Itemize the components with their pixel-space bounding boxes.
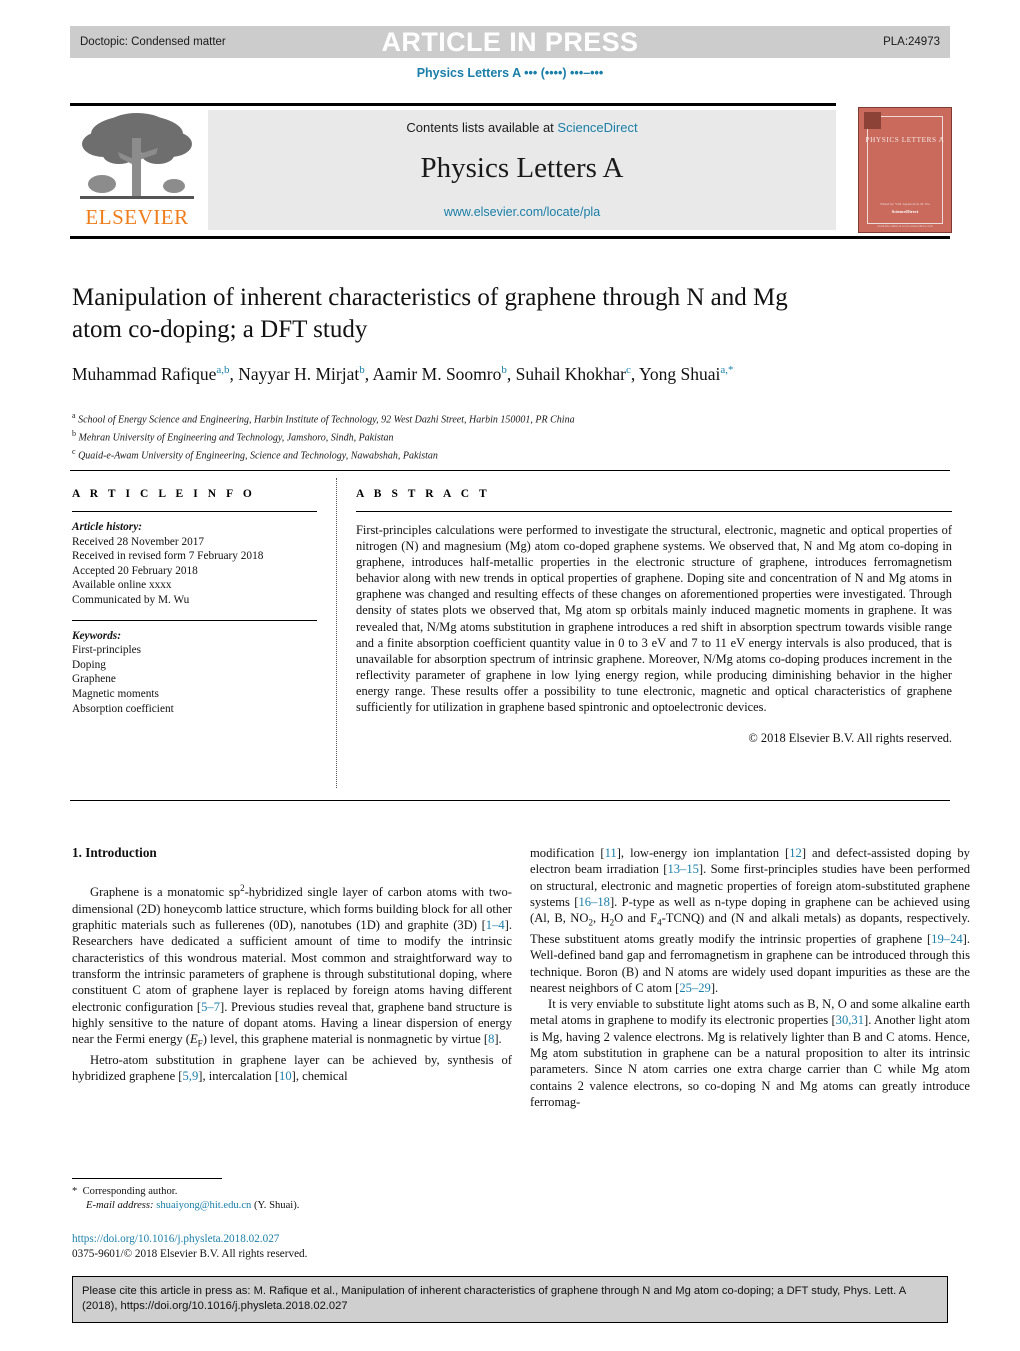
body-column-right: modification [11], low-energy ion implan… xyxy=(530,845,970,1110)
journal-homepage-link[interactable]: www.elsevier.com/locate/pla xyxy=(208,205,836,219)
keyword-item: Doping xyxy=(72,658,106,671)
article-in-press-bar: Doctopic: Condensed matter ARTICLE IN PR… xyxy=(70,26,950,58)
history-item: Available online xxxx xyxy=(72,579,172,592)
keywords-block: Keywords: First-principles Doping Graphe… xyxy=(72,629,317,717)
author-list: Muhammad Rafiquea,b, Nayyar H. Mirjatb, … xyxy=(72,363,734,384)
page-title: Manipulation of inherent characteristics… xyxy=(72,284,788,343)
footnote-star: * xyxy=(72,1186,78,1197)
elsevier-tree-icon xyxy=(80,113,194,199)
article-in-press-status: ARTICLE IN PRESS xyxy=(381,27,639,57)
contents-prefix: Contents lists available at xyxy=(406,120,558,135)
history-item: Communicated by M. Wu xyxy=(72,593,190,606)
section-heading-introduction: 1. Introduction xyxy=(72,845,157,860)
keyword-item: Magnetic moments xyxy=(72,687,159,700)
cover-sciencedirect: ScienceDirect xyxy=(891,209,919,214)
abstract-text: First-principles calculations were perfo… xyxy=(356,523,952,715)
journal-masthead: Contents lists available at ScienceDirec… xyxy=(208,110,836,230)
email-line: E-mail address: shuaiyong@hit.edu.cn (Y.… xyxy=(72,1199,512,1213)
abstract-heading: A B S T R A C T xyxy=(356,488,491,500)
article-info-heading: A R T I C L E I N F O xyxy=(72,488,256,500)
abstract-copyright: © 2018 Elsevier B.V. All rights reserved… xyxy=(748,731,952,746)
abstract-column: A B S T R A C T First-principles calcula… xyxy=(356,488,952,746)
issn-copyright-line: 0375-9601/© 2018 Elsevier B.V. All right… xyxy=(72,1247,308,1260)
cover-frame xyxy=(867,116,943,224)
keyword-item: First-principles xyxy=(72,644,142,657)
email-label: E-mail address: xyxy=(86,1200,154,1211)
affiliation-list: a School of Energy Science and Engineeri… xyxy=(72,409,872,462)
article-info-column: A R T I C L E I N F O Article history: R… xyxy=(72,488,317,716)
body-paragraph: Hetro-atom substitution in graphene laye… xyxy=(72,1052,512,1084)
journal-cover-thumbnail: PHYSICS LETTERS A Edited by: V.M. Agrano… xyxy=(858,107,952,233)
affiliation-mark: c xyxy=(72,446,76,456)
journal-title: Physics Letters A xyxy=(420,152,624,184)
affiliation-item: c Quaid-e-Awam University of Engineering… xyxy=(72,446,438,461)
corresponding-author-footnote: * Corresponding author. E-mail address: … xyxy=(72,1185,512,1213)
email-owner: (Y. Shuai). xyxy=(253,1200,300,1211)
author-name: Muhammad Rafique xyxy=(72,363,217,384)
author-affiliation-mark: a,* xyxy=(720,364,734,376)
sciencedirect-link[interactable]: ScienceDirect xyxy=(557,120,637,135)
author-affiliation-mark: b xyxy=(359,364,365,376)
running-head: Physics Letters A ••• (••••) •••–••• xyxy=(416,66,604,80)
elsevier-logo: ELSEVIER xyxy=(74,108,200,232)
body-paragraph: It is very enviable to substitute light … xyxy=(530,997,970,1109)
cover-editors: Edited by: V.M. Agranovich, M. Wu xyxy=(880,202,930,206)
contents-available-line: Contents lists available at ScienceDirec… xyxy=(208,120,836,135)
author-affiliation-mark: a,b xyxy=(216,364,230,376)
cite-this-article-box: Please cite this article in press as: M.… xyxy=(72,1276,948,1323)
corresponding-author-line: * Corresponding author. xyxy=(72,1185,512,1199)
history-item: Accepted 20 February 2018 xyxy=(72,564,198,577)
keywords-label: Keywords: xyxy=(72,629,121,642)
cover-journal-title: PHYSICS LETTERS A xyxy=(865,136,945,144)
info-top-rule xyxy=(70,470,950,471)
doi-block: https://doi.org/10.1016/j.physleta.2018.… xyxy=(72,1232,512,1261)
affiliation-item: b Mehran University of Engineering and T… xyxy=(72,428,394,444)
author-name: Aamir M. Soomro xyxy=(372,363,502,384)
author-affiliation-mark: c xyxy=(625,364,631,376)
affiliation-mark: b xyxy=(72,428,76,438)
body-column-left: 1. Introduction Graphene is a monatomic … xyxy=(72,845,512,1085)
author-name: Yong Shuai xyxy=(638,363,721,384)
masthead-top-rule xyxy=(70,103,836,106)
article-page: Doctopic: Condensed matter ARTICLE IN PR… xyxy=(0,0,1020,1351)
keyword-item: Absorption coefficient xyxy=(72,702,174,715)
history-item: Received 28 November 2017 xyxy=(72,535,205,548)
doi-link[interactable]: https://doi.org/10.1016/j.physleta.2018.… xyxy=(72,1232,512,1247)
abstract-heading-rule xyxy=(356,511,952,512)
info-bottom-rule xyxy=(70,800,950,801)
article-code: PLA:24973 xyxy=(883,36,940,48)
corresponding-author-text: Corresponding author. xyxy=(82,1186,178,1197)
author-name: Nayyar H. Mirjat xyxy=(238,363,360,384)
author-affiliation-mark: b xyxy=(501,364,507,376)
cover-corner-mark xyxy=(864,112,881,129)
author-name: Suhail Khokhar xyxy=(515,363,626,384)
keywords-rule xyxy=(72,619,317,621)
footnote-rule xyxy=(72,1178,222,1179)
email-link[interactable]: shuaiyong@hit.edu.cn xyxy=(156,1200,251,1211)
info-heading-rule xyxy=(72,511,317,512)
body-paragraph: Graphene is a monatomic sp2-hybridized s… xyxy=(72,883,513,1049)
body-paragraph: modification [11], low-energy ion implan… xyxy=(530,846,970,995)
history-item: Received in revised form 7 February 2018 xyxy=(72,550,264,563)
elsevier-wordmark: ELSEVIER xyxy=(85,205,189,229)
affiliation-item: a School of Energy Science and Engineeri… xyxy=(72,411,575,426)
cover-availability: Available online at www.sciencedirect.co… xyxy=(877,224,933,228)
article-history-label: Article history: xyxy=(72,521,142,533)
column-divider xyxy=(336,478,338,788)
masthead-bottom-rule xyxy=(70,236,950,239)
article-history-block: Article history: Received 28 November 20… xyxy=(72,520,317,608)
keyword-item: Graphene xyxy=(72,673,116,686)
affiliation-mark: a xyxy=(72,411,76,420)
